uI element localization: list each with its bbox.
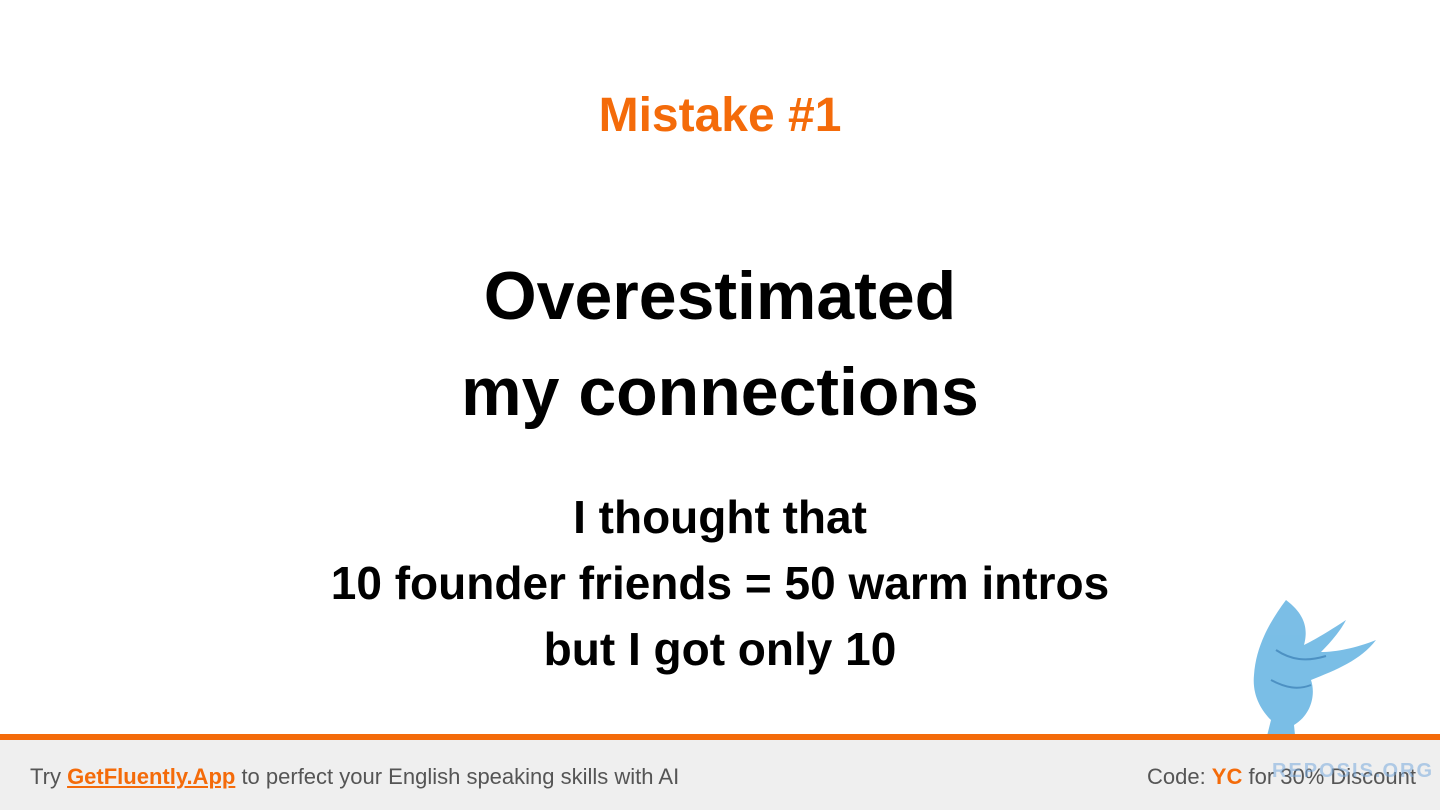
footer-promo-suffix: to perfect your English speaking skills … bbox=[235, 764, 680, 789]
discount-code: YC bbox=[1211, 764, 1243, 789]
footer-promo-prefix: Try bbox=[30, 764, 68, 789]
footer-promo: Try GetFluently.App to perfect your Engl… bbox=[30, 764, 679, 790]
getfluently-link[interactable]: GetFluently.App bbox=[67, 764, 235, 789]
footer-discount-prefix: Code: bbox=[1146, 764, 1212, 789]
slide: Mistake #1 Overestimated my connections … bbox=[0, 0, 1440, 810]
body-line-1: I thought that bbox=[573, 491, 867, 543]
body-line-3: but I got only 10 bbox=[543, 623, 897, 675]
footer-discount-suffix: for 30% Discount bbox=[1242, 764, 1416, 789]
body-line-2: 10 founder friends = 50 warm intros bbox=[330, 557, 1110, 609]
footer-discount: Code: YC for 30% Discount bbox=[1147, 764, 1416, 790]
slide-eyebrow: Mistake #1 bbox=[598, 89, 842, 142]
slide-body: I thought that 10 founder friends = 50 w… bbox=[0, 484, 1440, 682]
headline-line-1: Overestimated bbox=[483, 258, 957, 334]
footer-bar: Try GetFluently.App to perfect your Engl… bbox=[0, 734, 1440, 810]
headline-line-2: my connections bbox=[461, 354, 979, 430]
slide-headline: Overestimated my connections bbox=[0, 248, 1440, 440]
